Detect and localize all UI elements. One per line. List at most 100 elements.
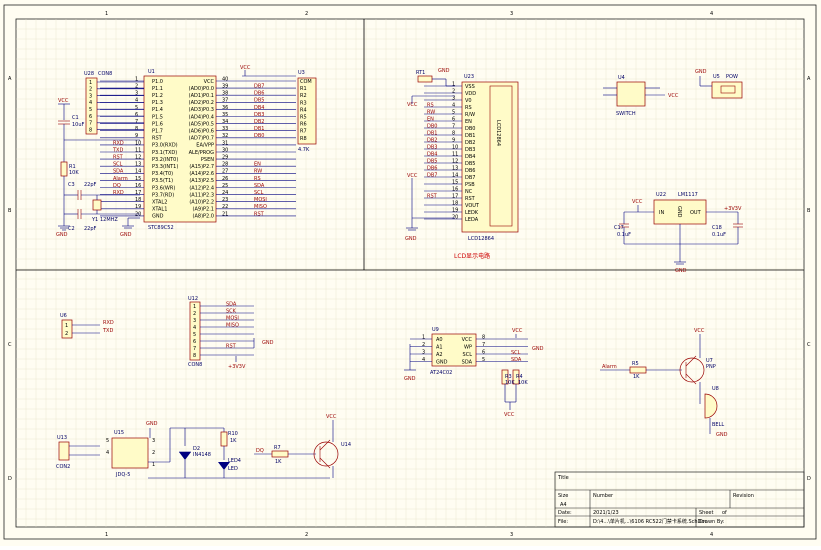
- eeprom-vcc2: VCC: [504, 412, 515, 418]
- u12-v33: +3V3V: [228, 364, 246, 370]
- size-label: Size: [558, 493, 568, 499]
- lcd-pot-ref: RT1: [416, 70, 425, 76]
- regulator-out-net: +3V3V: [724, 206, 742, 212]
- mcu-right-pin-name: EA/VPP: [196, 143, 214, 149]
- lcd-pin-name: EN: [465, 119, 472, 125]
- mcu-left-pin-name: P1.5: [152, 114, 163, 120]
- eeprom-left-num: 2: [422, 342, 425, 348]
- con8-pin-num: 5: [89, 107, 92, 113]
- mcu-right-pin-num: 23: [222, 197, 228, 203]
- mcu-left-pin-num: 8: [135, 126, 138, 132]
- mcu-ref: U1: [148, 69, 155, 75]
- mcu-left-pin-num: 10: [135, 140, 141, 146]
- lcd-screen: [489, 85, 513, 227]
- lcd-pin-num: 7: [452, 123, 455, 129]
- mcu-right-pin-name: (AD3)P0.3: [189, 107, 214, 113]
- file-label: File:: [558, 519, 568, 525]
- u12-pin-num: 1: [193, 304, 196, 310]
- lcd-pin-num: 9: [452, 137, 455, 143]
- mcu-right-net: DB7: [254, 84, 264, 90]
- regulator-vcc: VCC: [632, 199, 643, 205]
- mcu-left-net: Alarm: [113, 176, 128, 182]
- relay-pin2: 2: [152, 450, 155, 456]
- power-part: POW: [726, 74, 738, 80]
- mcu-left-pin-name: XTAL2: [152, 200, 167, 206]
- r5-body: [629, 366, 647, 374]
- lcd-pin-num: 1: [452, 81, 455, 87]
- mcu-left-net: SDA: [113, 169, 124, 175]
- lcd-pin-name: V0: [465, 98, 472, 104]
- mcu-right-pin-num: 34: [222, 119, 228, 125]
- mcu-right-pin-num: 29: [222, 155, 228, 161]
- eeprom-right-pin: SCL: [463, 352, 473, 358]
- mcu-right-pin-num: 31: [222, 140, 228, 146]
- relay-body: [111, 437, 149, 469]
- regulator-ref: U22: [656, 192, 666, 198]
- con8-part: CON8: [98, 71, 112, 77]
- mcu-right-pin-name: (A15)P2.7: [189, 164, 214, 170]
- u12-pin-num: 5: [193, 332, 196, 338]
- mcu-left-pin-num: 1: [135, 76, 138, 82]
- con8-pin-num: 7: [89, 121, 92, 127]
- relay-ref: U15: [114, 430, 124, 436]
- y1-ref: Y1: [91, 217, 98, 223]
- lcd-ref: U23: [464, 74, 474, 80]
- r4-val: 10K: [518, 380, 528, 386]
- u12-part: CON8: [188, 362, 202, 368]
- col-label-top: 2: [305, 11, 308, 17]
- mcu-left-pin-name: P1.4: [152, 107, 163, 113]
- rpack-pin: R2: [300, 93, 307, 99]
- r7-body: [271, 450, 289, 458]
- eeprom-right-num: 7: [482, 342, 485, 348]
- u12-pin-num: 4: [193, 325, 196, 331]
- crystal-body: [92, 199, 102, 211]
- mcu-left-net: RST: [113, 155, 124, 161]
- eeprom-left-num: 1: [422, 334, 425, 340]
- mcu-right-pin-num: 26: [222, 176, 228, 182]
- mcu-right-pin-name: (AD5)P0.5: [189, 121, 214, 127]
- eeprom-right-num: 6: [482, 349, 485, 355]
- schematic-canvas: 1 2 3 4 1 2 3 4 A B C D A B C D U1 STC89…: [3, 4, 817, 540]
- col-label-bottom: 2: [305, 532, 308, 538]
- eeprom-right-pin: VCC: [462, 337, 473, 343]
- lcd-pin-num: 13: [452, 165, 458, 171]
- u12-net: MISO: [226, 322, 239, 328]
- mcu-right-pin-name: (A13)P2.5: [189, 178, 214, 184]
- rpack-pin: COM: [300, 79, 312, 85]
- eeprom-scl: SCL: [511, 350, 521, 356]
- rpack-pin: R7: [300, 129, 307, 135]
- col-label-bottom: 1: [105, 532, 108, 538]
- u12-gnd: GND: [262, 340, 274, 346]
- row-label-right: D: [807, 476, 811, 482]
- mcu-right-pin-num: 36: [222, 105, 228, 111]
- mcu-right-net: DB6: [254, 91, 264, 97]
- mcu-right-pin-name: (A14)P2.6: [189, 171, 214, 177]
- lcd-pin-num: 5: [452, 109, 455, 115]
- r5-ref: R5: [632, 361, 639, 367]
- mcu-left-net: DQ: [113, 183, 121, 189]
- schematic-sheet: 1 2 3 4 1 2 3 4 A B C D A B C D U1 STC89…: [0, 0, 821, 546]
- rpack-pin: R4: [300, 107, 307, 113]
- lcd-pin-num: 3: [452, 95, 455, 101]
- q-part: PNP: [706, 364, 716, 370]
- lcd-net: RS: [427, 102, 434, 108]
- col-label-top: 1: [105, 11, 108, 17]
- eeprom-right-num: 8: [482, 334, 485, 340]
- lcd-vcc-2: VCC: [407, 173, 418, 179]
- lcd-pin-num: 15: [452, 179, 458, 185]
- mcu-left-net: SCL: [113, 162, 123, 168]
- relay-block: U13 CON2 U15 JDQ-5 5 4 3 2 1 GND D2 IN41…: [56, 414, 351, 479]
- mcu-right-pin-name: (AD0)P0.0: [189, 86, 214, 92]
- mcu-right-net: DB1: [254, 126, 264, 132]
- relay-gnd: GND: [146, 421, 158, 427]
- rpack-pin: R5: [300, 115, 307, 121]
- eeprom-vcc: VCC: [512, 328, 523, 334]
- lcd-pin-name: LEDA: [465, 217, 479, 223]
- eeprom-left-pin: A0: [436, 337, 443, 343]
- lcd-pin-name: DB2: [465, 140, 475, 146]
- eeprom-right-pin: SDA: [462, 359, 473, 365]
- uart-ref: U6: [60, 313, 67, 319]
- mcu-left-pin-num: 5: [135, 105, 138, 111]
- lcd-pin-num: 16: [452, 186, 458, 192]
- mcu-right-net: MOSI: [254, 197, 267, 203]
